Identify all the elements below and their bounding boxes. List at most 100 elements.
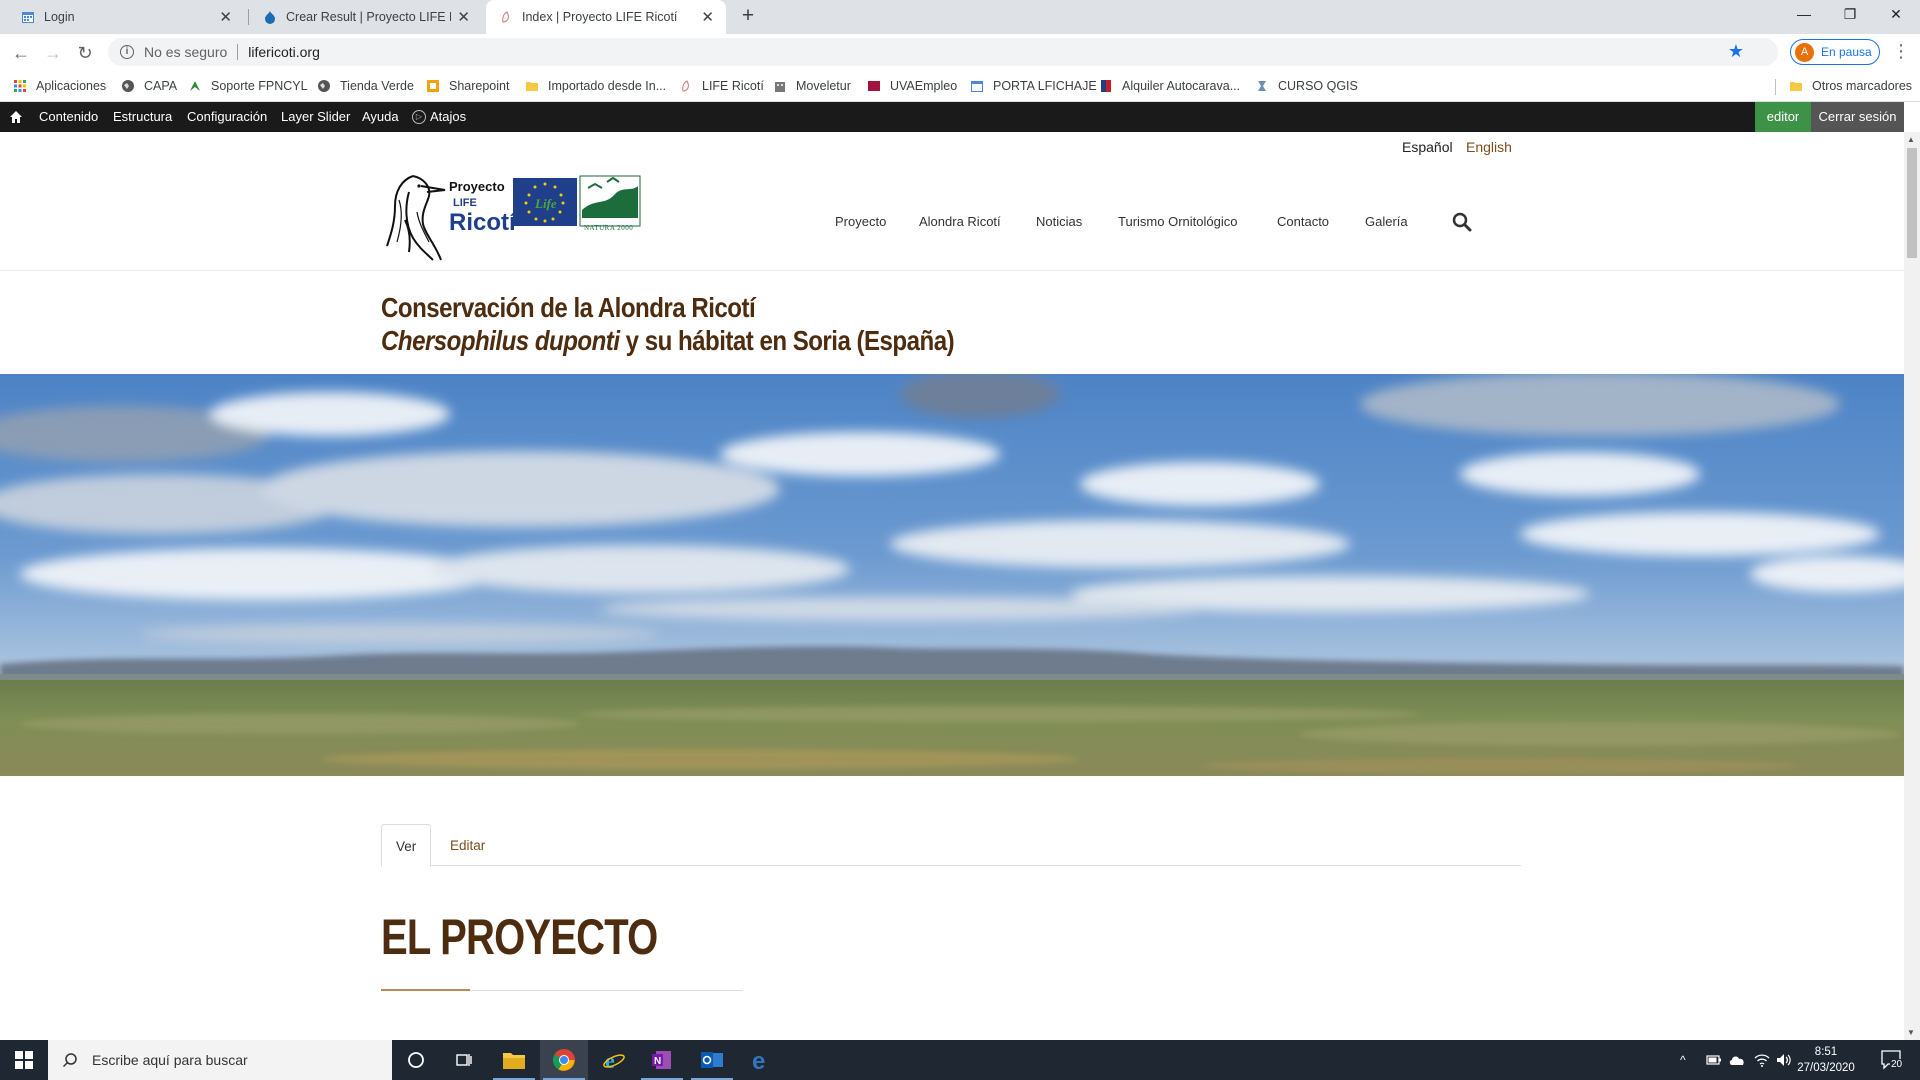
address-bar[interactable]: i No es seguro lifericoti.org ★ — [108, 38, 1778, 66]
logout-button[interactable]: Cerrar sesión — [1811, 102, 1904, 132]
close-tab-icon[interactable]: ✕ — [457, 8, 470, 26]
profile-button[interactable]: A En pausa — [1790, 39, 1880, 65]
life-logo-text: Life — [534, 196, 557, 211]
bookmark-label: Otros marcadores — [1812, 79, 1913, 93]
restore-icon[interactable]: ❐ — [1827, 0, 1873, 30]
nav-galeria[interactable]: Galería — [1365, 214, 1408, 229]
bookmark-star-icon[interactable]: ★ — [1728, 41, 1744, 62]
nav-contacto[interactable]: Contacto — [1277, 214, 1329, 229]
bookmark-capa[interactable]: CAPA — [120, 71, 177, 101]
svg-text:N: N — [654, 1056, 661, 1067]
url-text[interactable]: lifericoti.org — [248, 44, 320, 60]
nav-proyecto[interactable]: Proyecto — [835, 214, 886, 229]
natura-logo-text: NATURA 2000 — [584, 224, 633, 232]
browser-tab-login[interactable]: Login ✕ — [8, 0, 244, 34]
edge-icon[interactable]: e — [738, 1040, 786, 1080]
search-icon[interactable] — [1452, 212, 1472, 232]
address-divider — [237, 44, 239, 60]
nav-noticias[interactable]: Noticias — [1036, 214, 1082, 229]
browser-tab-index[interactable]: Index | Proyecto LIFE Ricotí ✕ — [486, 0, 726, 34]
bookmark-otros-marcadores[interactable]: Otros marcadores — [1788, 71, 1912, 101]
admin-menu-contenido[interactable]: Contenido — [39, 102, 98, 132]
chrome-icon[interactable] — [540, 1040, 588, 1080]
tab-title: Index | Proyecto LIFE Ricotí — [522, 10, 678, 24]
onenote-icon[interactable]: N — [638, 1040, 686, 1080]
bookmark-moveletur[interactable]: Moveletur — [772, 71, 851, 101]
internet-explorer-icon[interactable]: e — [590, 1040, 638, 1080]
browser-toolbar: ← → ↻ i No es seguro lifericoti.org ★ A … — [0, 34, 1920, 71]
logo-text-ricoti: Ricotí — [449, 209, 517, 236]
bookmark-alquiler[interactable]: Alquiler Autocarava... — [1098, 71, 1240, 101]
bookmark-tienda-verde[interactable]: Tienda Verde — [316, 71, 414, 101]
language-english[interactable]: English — [1466, 139, 1512, 155]
bookmark-soporte-fpncyl[interactable]: Soporte FPNCYL — [187, 71, 308, 101]
notification-center-icon[interactable]: 20 — [1880, 1048, 1904, 1072]
task-view-icon[interactable] — [440, 1040, 488, 1080]
admin-menu-estructura[interactable]: Estructura — [113, 102, 172, 132]
building-icon — [772, 78, 788, 94]
close-tab-icon[interactable]: ✕ — [701, 8, 714, 26]
close-tab-icon[interactable]: ✕ — [219, 8, 232, 26]
language-espanol[interactable]: Español — [1402, 139, 1453, 155]
admin-menu-configuracion[interactable]: Configuración — [187, 102, 267, 132]
show-hidden-icons[interactable]: ^ — [1680, 1040, 1686, 1080]
bookmark-porta-lfichaje[interactable]: PORTA LFICHAJE — [969, 71, 1097, 101]
reload-icon[interactable]: ↻ — [72, 40, 98, 66]
scrollbar-thumb[interactable] — [1907, 148, 1917, 258]
browser-tab-crear-result[interactable]: Crear Result | Proyecto LIFE Ricotí ✕ — [250, 0, 482, 34]
outlook-icon[interactable] — [688, 1040, 736, 1080]
sharepoint-icon — [425, 78, 441, 94]
site-subtitle-line2: Chersophilus duponti y su hábitat en Sor… — [381, 325, 955, 357]
security-label[interactable]: No es seguro — [144, 44, 227, 60]
bookmark-label: Soporte FPNCYL — [211, 79, 308, 93]
new-tab-button[interactable]: + — [736, 5, 760, 29]
tab-title: Crear Result | Proyecto LIFE Ricotí — [286, 10, 451, 24]
bookmarks-bar: Aplicaciones CAPA Soporte FPNCYL Tienda … — [0, 71, 1920, 102]
cortana-icon[interactable] — [392, 1040, 440, 1080]
bookmark-sharepoint[interactable]: Sharepoint — [425, 71, 509, 101]
taskbar-search-input[interactable]: Escribe aquí para buscar — [48, 1040, 392, 1080]
info-icon[interactable]: i — [120, 45, 134, 59]
windows-start-icon[interactable] — [0, 1040, 48, 1080]
battery-icon[interactable] — [1706, 1040, 1722, 1080]
nav-turismo-ornitologico[interactable]: Turismo Ornitológico — [1118, 214, 1237, 229]
tab-title: Login — [44, 10, 75, 24]
minimize-icon[interactable]: — — [1781, 0, 1827, 30]
bookmark-importado[interactable]: Importado desde In... — [524, 71, 666, 101]
scroll-down-icon[interactable]: ▼ — [1907, 1028, 1915, 1037]
onedrive-icon[interactable] — [1728, 1040, 1746, 1080]
file-explorer-icon[interactable] — [490, 1040, 538, 1080]
admin-menu-ayuda[interactable]: Ayuda — [362, 102, 399, 132]
leaf-icon — [187, 78, 203, 94]
shortcut-icon: ▷ — [412, 110, 426, 124]
forward-icon[interactable]: → — [40, 40, 66, 66]
bookmark-uvaempleo[interactable]: UVAEmpleo — [866, 71, 957, 101]
menu-kebab-icon[interactable]: ⋮ — [1892, 41, 1910, 61]
close-window-icon[interactable]: ✕ — [1873, 0, 1919, 30]
apps-grid-icon — [12, 78, 28, 94]
back-icon[interactable]: ← — [8, 40, 34, 66]
browser-tab-strip: Login ✕ Crear Result | Proyecto LIFE Ric… — [0, 0, 1920, 34]
tab-ver[interactable]: Ver — [381, 824, 432, 867]
wifi-icon[interactable] — [1754, 1040, 1770, 1080]
taskbar-clock[interactable]: 8:51 27/03/2020 — [1790, 1044, 1862, 1076]
admin-user-editor[interactable]: editor — [1755, 102, 1811, 132]
site-logo[interactable]: Proyecto LIFE Ricotí Life NATURA 2000 — [383, 172, 641, 264]
home-icon[interactable] — [9, 102, 23, 132]
nav-alondra-ricoti[interactable]: Alondra Ricotí — [919, 214, 1001, 229]
admin-menu-layer-slider[interactable]: Layer Slider — [281, 102, 350, 132]
bookmark-aplicaciones[interactable]: Aplicaciones — [12, 71, 106, 101]
bookmark-life-ricoti[interactable]: LIFE Ricotí — [678, 71, 764, 101]
flag-icon — [1098, 78, 1114, 94]
page-scrollbar[interactable]: ▲ ▼ — [1904, 132, 1920, 1040]
tab-editar[interactable]: Editar — [436, 824, 499, 867]
bookmark-label: Aplicaciones — [36, 79, 107, 93]
admin-menu-atajos[interactable]: ▷ Atajos — [412, 102, 466, 132]
search-icon — [62, 1053, 77, 1068]
tab-divider — [248, 9, 249, 25]
scroll-up-icon[interactable]: ▲ — [1907, 135, 1915, 144]
page-content: Español English Proyecto LIFE Ricotí Lif… — [0, 132, 1904, 1040]
bookmark-curso-qgis[interactable]: CURSO QGIS — [1254, 71, 1358, 101]
site-subtitle-line1: Conservación de la Alondra Ricotí — [381, 292, 756, 323]
bookmark-label: Moveletur — [796, 79, 851, 93]
